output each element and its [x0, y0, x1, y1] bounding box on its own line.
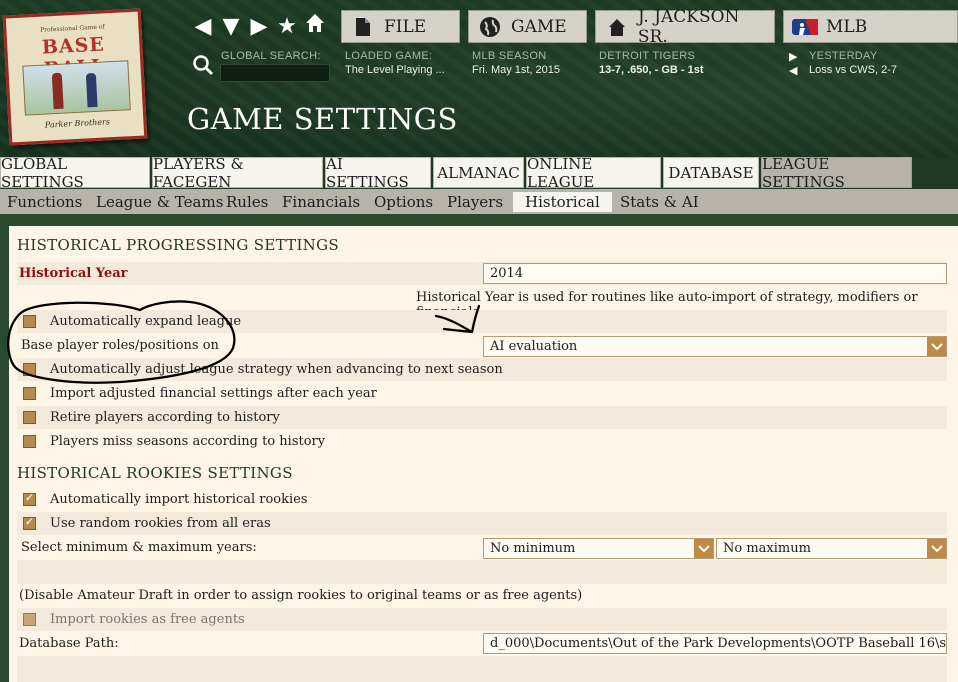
chevron-down-icon — [694, 539, 713, 558]
logo-bottom-text: Parker Brothers — [44, 117, 111, 130]
random-rookies-checkbox[interactable] — [23, 515, 36, 530]
globe-icon — [477, 14, 503, 40]
free-agents-label: Import rookies as free agents — [50, 612, 245, 627]
game-logo[interactable]: Professional Game of BASE BALL Parker Br… — [2, 8, 148, 146]
free-agents-checkbox[interactable] — [23, 613, 36, 626]
file-button[interactable]: FILE — [341, 10, 460, 43]
miss-seasons-checkbox[interactable] — [23, 435, 36, 448]
loaded-game-value[interactable]: The Level Playing ... — [345, 64, 445, 76]
forward-arrow-icon[interactable]: ▶ — [248, 13, 270, 41]
subtab-league-teams[interactable]: League & Teams — [96, 192, 223, 212]
historical-year-input[interactable]: 2014 — [483, 263, 947, 284]
import-financial-label: Import adjusted financial settings after… — [50, 386, 377, 401]
subtab-options[interactable]: Options — [374, 192, 433, 212]
home-icon[interactable] — [304, 12, 326, 42]
section-heading-rookies: HISTORICAL ROOKIES SETTINGS — [17, 464, 293, 482]
min-max-years-label: Select minimum & maximum years: — [21, 540, 257, 555]
house-icon — [604, 14, 630, 40]
tab-almanac[interactable]: ALMANAC — [433, 157, 524, 188]
chevron-down-icon — [927, 539, 946, 558]
team-record[interactable]: 13-7, .650, - GB - 1st — [599, 64, 704, 76]
section-heading-progressing: HISTORICAL PROGRESSING SETTINGS — [17, 236, 339, 254]
tab-database[interactable]: DATABASE — [663, 157, 759, 188]
retire-players-checkbox[interactable] — [23, 411, 36, 424]
random-rookies-label: Use random rookies from all eras — [50, 516, 271, 531]
search-icon[interactable] — [192, 54, 214, 76]
subtab-stats-ai[interactable]: Stats & AI — [620, 192, 699, 212]
manager-button-label: J. JACKSON SR. — [637, 6, 740, 47]
season-date[interactable]: Fri. May 1st, 2015 — [472, 64, 560, 76]
min-year-value: No minimum — [490, 541, 576, 556]
document-icon — [350, 14, 376, 40]
subtab-historical[interactable]: Historical — [513, 192, 612, 212]
tab-global-settings[interactable]: GLOBAL SETTINGS — [0, 155, 150, 191]
row-spacer — [17, 560, 947, 584]
expand-league-label: Automatically expand league — [50, 314, 242, 329]
league-button[interactable]: MLB — [783, 10, 958, 43]
max-year-value: No maximum — [723, 541, 811, 556]
tab-league-settings[interactable]: LEAGUE SETTINGS — [761, 155, 912, 191]
prev-arrow-icon[interactable]: ◀ — [789, 64, 797, 77]
adjust-strategy-label: Automatically adjust league strategy whe… — [50, 362, 503, 377]
draft-note: (Disable Amateur Draft in order to assig… — [19, 588, 583, 603]
row-bottom — [17, 656, 947, 682]
subtab-financials[interactable]: Financials — [282, 192, 360, 212]
subtab-players[interactable]: Players — [447, 192, 503, 212]
adjust-strategy-checkbox[interactable] — [23, 363, 36, 376]
season-label: MLB SEASON — [472, 50, 547, 62]
yesterday-label: YESTERDAY — [809, 50, 878, 62]
back-arrow-icon[interactable]: ◀ — [192, 13, 214, 41]
historical-year-label: Historical Year — [19, 266, 128, 281]
league-button-label: MLB — [826, 16, 868, 37]
loaded-game-label: LOADED GAME: — [345, 50, 433, 62]
logo-illustration — [22, 60, 131, 116]
retire-players-label: Retire players according to history — [50, 410, 280, 425]
dropdown-arrow-icon[interactable]: ▼ — [220, 13, 242, 41]
tab-ai-settings[interactable]: AI SETTINGS — [325, 155, 431, 191]
content-frame-top — [0, 214, 958, 226]
file-button-label: FILE — [384, 16, 427, 37]
auto-import-rookies-checkbox[interactable] — [23, 491, 36, 506]
star-icon[interactable]: ★ — [276, 13, 298, 41]
content-frame-left — [0, 214, 9, 682]
sub-tabs: Functions League & Teams Rules Financial… — [0, 189, 958, 214]
game-button[interactable]: GAME — [468, 10, 587, 43]
global-search-input[interactable] — [220, 64, 330, 82]
subtab-functions[interactable]: Functions — [7, 192, 82, 212]
base-roles-select[interactable]: AI evaluation — [483, 336, 947, 357]
mlb-logo-icon — [792, 14, 818, 40]
manager-button[interactable]: J. JACKSON SR. — [595, 7, 775, 47]
import-financial-checkbox[interactable] — [23, 387, 36, 400]
main-tabs: GLOBAL SETTINGS PLAYERS & FACEGEN AI SET… — [0, 155, 958, 191]
chevron-down-icon — [927, 337, 946, 356]
subtab-rules[interactable]: Rules — [226, 192, 268, 212]
tab-players-facegen[interactable]: PLAYERS & FACEGEN — [152, 155, 323, 191]
global-search-label: GLOBAL SEARCH: — [221, 50, 321, 62]
header-bar: Professional Game of BASE BALL Parker Br… — [0, 0, 958, 158]
team-label: DETROIT TIGERS — [599, 50, 696, 62]
next-arrow-icon[interactable]: ▶ — [789, 50, 797, 63]
page-title: GAME SETTINGS — [187, 102, 458, 136]
expand-league-checkbox[interactable] — [23, 315, 36, 328]
database-path-input[interactable]: d_000\Documents\Out of the Park Developm… — [483, 633, 947, 654]
nav-icon-bar: ◀ ▼ ▶ ★ — [192, 12, 326, 42]
base-roles-value: AI evaluation — [490, 339, 578, 354]
yesterday-result[interactable]: Loss vs CWS, 2-7 — [809, 64, 897, 76]
auto-import-rookies-label: Automatically import historical rookies — [50, 492, 308, 507]
max-year-select[interactable]: No maximum — [716, 538, 947, 559]
database-path-label: Database Path: — [19, 636, 119, 651]
game-button-label: GAME — [511, 16, 567, 37]
base-roles-label: Base player roles/positions on — [21, 338, 219, 353]
min-year-select[interactable]: No minimum — [483, 538, 714, 559]
miss-seasons-label: Players miss seasons according to histor… — [50, 434, 326, 449]
tab-online-league[interactable]: ONLINE LEAGUE — [526, 155, 661, 191]
